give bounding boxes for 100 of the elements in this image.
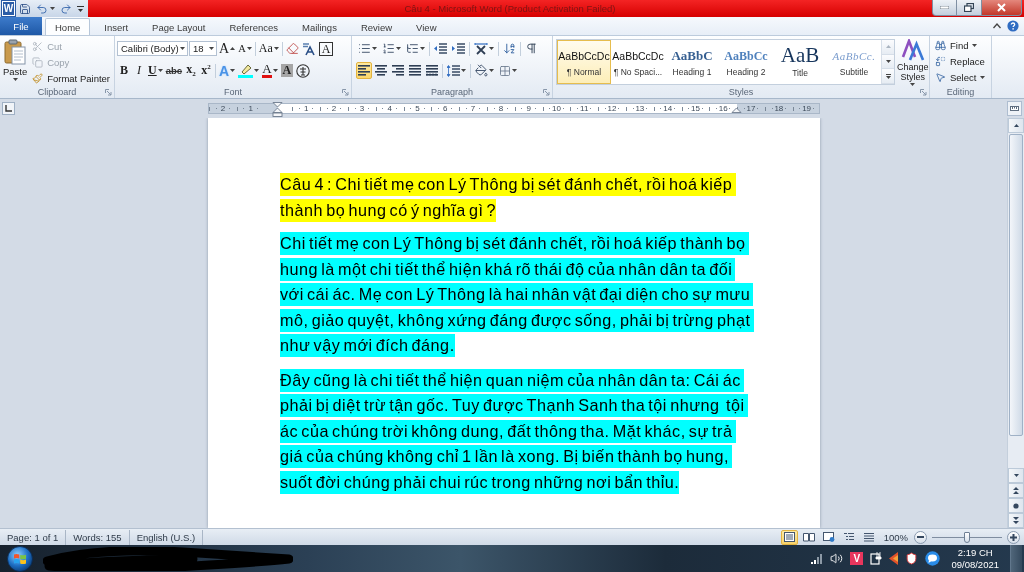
- restore-button[interactable]: [957, 0, 982, 16]
- increase-indent-button[interactable]: [450, 40, 467, 57]
- underline-button[interactable]: U: [147, 62, 164, 79]
- bold-button[interactable]: B: [117, 62, 131, 79]
- strikethrough-button[interactable]: abc: [164, 62, 184, 79]
- align-left-button[interactable]: [356, 62, 372, 79]
- left-indent-marker[interactable]: [272, 102, 283, 117]
- group-label: Paragraph: [431, 87, 473, 97]
- italic-button[interactable]: I: [132, 62, 146, 79]
- style-item[interactable]: AaBbCc. Subtitle: [827, 40, 881, 84]
- device-icon[interactable]: [870, 552, 883, 565]
- group-label: Editing: [946, 87, 975, 97]
- font-name-field[interactable]: Calibri (Body): [117, 41, 188, 56]
- signal-icon[interactable]: [811, 553, 824, 564]
- arrow-icon[interactable]: [889, 552, 899, 565]
- font-size-field[interactable]: 18: [189, 41, 217, 56]
- tab-selector-button[interactable]: [2, 102, 15, 115]
- dialog-launcher-icon[interactable]: [543, 88, 550, 96]
- align-distributed-button[interactable]: [424, 62, 440, 79]
- word-count[interactable]: Words: 155: [66, 529, 130, 545]
- taskbar-clock[interactable]: 2:19 CH 09/08/2021: [947, 546, 1003, 571]
- asian-layout-icon: [474, 42, 488, 55]
- ribbon-tab[interactable]: View: [406, 18, 447, 35]
- browse-object-button[interactable]: [1008, 498, 1024, 513]
- zoom-out-button[interactable]: [914, 530, 927, 544]
- align-right-button[interactable]: [390, 62, 406, 79]
- redo-button[interactable]: [59, 1, 73, 16]
- increase-indent-icon: [452, 42, 465, 55]
- style-item[interactable]: AaB Title: [773, 40, 827, 84]
- replace-button[interactable]: Replace: [933, 53, 988, 69]
- tray-app-button[interactable]: V: [850, 552, 864, 565]
- document-page[interactable]: [208, 118, 820, 528]
- volume-icon[interactable]: [830, 552, 844, 565]
- zoom-slider-thumb[interactable]: [964, 531, 970, 543]
- select-button[interactable]: Select: [933, 69, 988, 85]
- ribbon-tab[interactable]: Mailings: [292, 18, 347, 35]
- undo-button[interactable]: [35, 1, 56, 16]
- style-item[interactable]: AaBbCcDc ¶ No Spaci...: [611, 40, 665, 84]
- page-count[interactable]: Page: 1 of 1: [0, 529, 67, 545]
- align-left-icon: [358, 65, 370, 76]
- decrease-indent-button[interactable]: [432, 40, 449, 57]
- app-logo[interactable]: W: [2, 1, 15, 16]
- previous-page-button[interactable]: [1008, 483, 1024, 498]
- close-icon: [997, 3, 1006, 12]
- ribbon-tab[interactable]: Home: [45, 18, 91, 35]
- dialog-launcher-icon[interactable]: [920, 88, 927, 96]
- ribbon-tab[interactable]: Review: [350, 18, 403, 35]
- chat-icon[interactable]: [925, 551, 941, 566]
- caret-icon: [50, 7, 55, 10]
- clear-formatting-button[interactable]: [284, 40, 300, 57]
- help-icon[interactable]: [1007, 20, 1019, 32]
- gallery-more-button[interactable]: [882, 69, 894, 84]
- ribbon-tab[interactable]: Page Layout: [142, 18, 216, 35]
- paste-button[interactable]: Paste: [2, 38, 29, 86]
- language-indicator[interactable]: English (U.S.): [129, 529, 204, 545]
- caret-icon: [372, 47, 377, 50]
- next-page-button[interactable]: [1008, 513, 1024, 528]
- shrink-font-button[interactable]: A: [237, 40, 253, 57]
- scroll-up-button[interactable]: [1008, 118, 1024, 133]
- align-justify-button[interactable]: [407, 62, 423, 79]
- asian-layout-button[interactable]: [472, 40, 496, 57]
- superscript-button[interactable]: x$^{2}$: [199, 62, 214, 79]
- subscript-button[interactable]: x$_{2}$: [184, 62, 199, 79]
- shield-icon[interactable]: [905, 552, 919, 565]
- phonetic-guide-button[interactable]: [300, 40, 317, 57]
- style-item[interactable]: AaBbC Heading 1: [665, 40, 719, 84]
- format-painter-button[interactable]: Format Painter: [30, 70, 112, 86]
- character-border-button[interactable]: A: [317, 40, 335, 57]
- zoom-in-button[interactable]: [1007, 530, 1020, 544]
- enclose-characters-button[interactable]: [295, 62, 312, 79]
- change-styles-button[interactable]: Change Styles: [897, 39, 929, 86]
- close-button[interactable]: [982, 0, 1022, 16]
- scrollbar-thumb[interactable]: [1009, 134, 1023, 436]
- print-layout-view-button[interactable]: [780, 529, 798, 545]
- line-spacing-button[interactable]: [445, 62, 468, 79]
- text-highlight-button[interactable]: [237, 62, 261, 79]
- style-item[interactable]: AaBbCcDc ¶ Normal: [557, 40, 611, 84]
- collapse-ribbon-icon[interactable]: [993, 23, 1001, 29]
- align-center-button[interactable]: [373, 62, 389, 79]
- double-down-icon: [1013, 517, 1019, 524]
- ribbon-tab[interactable]: References: [219, 18, 289, 35]
- shading-button[interactable]: [473, 62, 496, 79]
- find-button[interactable]: Find: [933, 37, 988, 53]
- scroll-down-button[interactable]: [1008, 468, 1024, 483]
- caret-icon: [885, 45, 891, 49]
- caret-icon: [1013, 474, 1019, 477]
- grow-font-button[interactable]: A: [218, 40, 237, 57]
- style-item[interactable]: AaBbCc Heading 2: [719, 40, 773, 84]
- ribbon-tab[interactable]: Insert: [94, 18, 139, 35]
- file-tab[interactable]: File: [0, 17, 42, 35]
- change-case-button[interactable]: Aa: [257, 40, 280, 57]
- zoom-level[interactable]: 100%: [880, 531, 911, 543]
- align-center-icon: [375, 65, 387, 76]
- start-button[interactable]: [7, 545, 33, 572]
- font-color-button[interactable]: A: [261, 62, 279, 79]
- save-button[interactable]: [18, 1, 32, 16]
- dialog-launcher-icon[interactable]: [105, 88, 112, 96]
- view-ruler-button[interactable]: [1007, 101, 1022, 116]
- character-shading-button[interactable]: A: [279, 62, 295, 79]
- restore-icon: [964, 3, 974, 12]
